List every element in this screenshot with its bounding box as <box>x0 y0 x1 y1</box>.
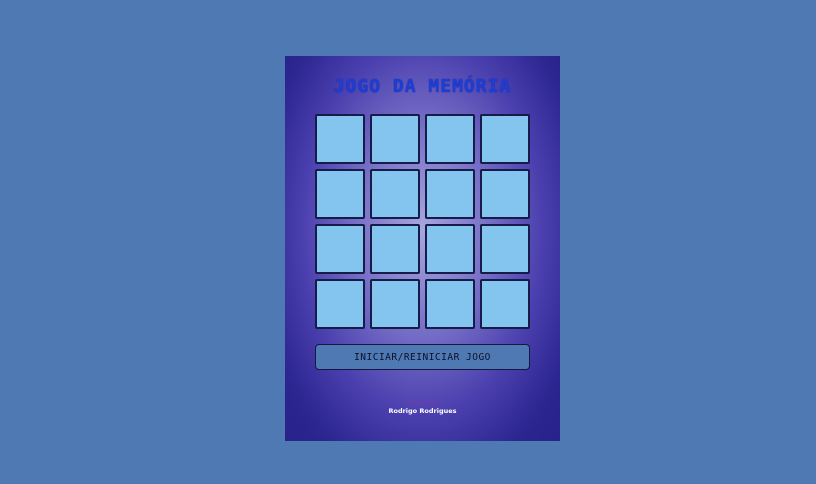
card-12[interactable] <box>480 224 530 274</box>
card-5[interactable] <box>315 169 365 219</box>
game-title: JOGO DA MEMÓRIA <box>333 76 512 97</box>
card-10[interactable] <box>370 224 420 274</box>
card-13[interactable] <box>315 279 365 329</box>
credits-author: Rodrigo Rodrigues <box>388 407 457 415</box>
credits: Produzido por: Rodrigo Rodrigues <box>285 399 560 415</box>
card-16[interactable] <box>480 279 530 329</box>
start-restart-button[interactable]: INICIAR/REINICIAR JOGO <box>315 344 530 370</box>
card-4[interactable] <box>480 114 530 164</box>
card-14[interactable] <box>370 279 420 329</box>
card-board <box>315 114 530 329</box>
card-7[interactable] <box>425 169 475 219</box>
card-2[interactable] <box>370 114 420 164</box>
card-6[interactable] <box>370 169 420 219</box>
card-9[interactable] <box>315 224 365 274</box>
card-8[interactable] <box>480 169 530 219</box>
card-11[interactable] <box>425 224 475 274</box>
game-panel: JOGO DA MEMÓRIA INICIAR/REINICIAR JOGO P… <box>285 56 560 441</box>
credits-label: Produzido por: <box>404 400 441 406</box>
card-1[interactable] <box>315 114 365 164</box>
card-3[interactable] <box>425 114 475 164</box>
card-15[interactable] <box>425 279 475 329</box>
